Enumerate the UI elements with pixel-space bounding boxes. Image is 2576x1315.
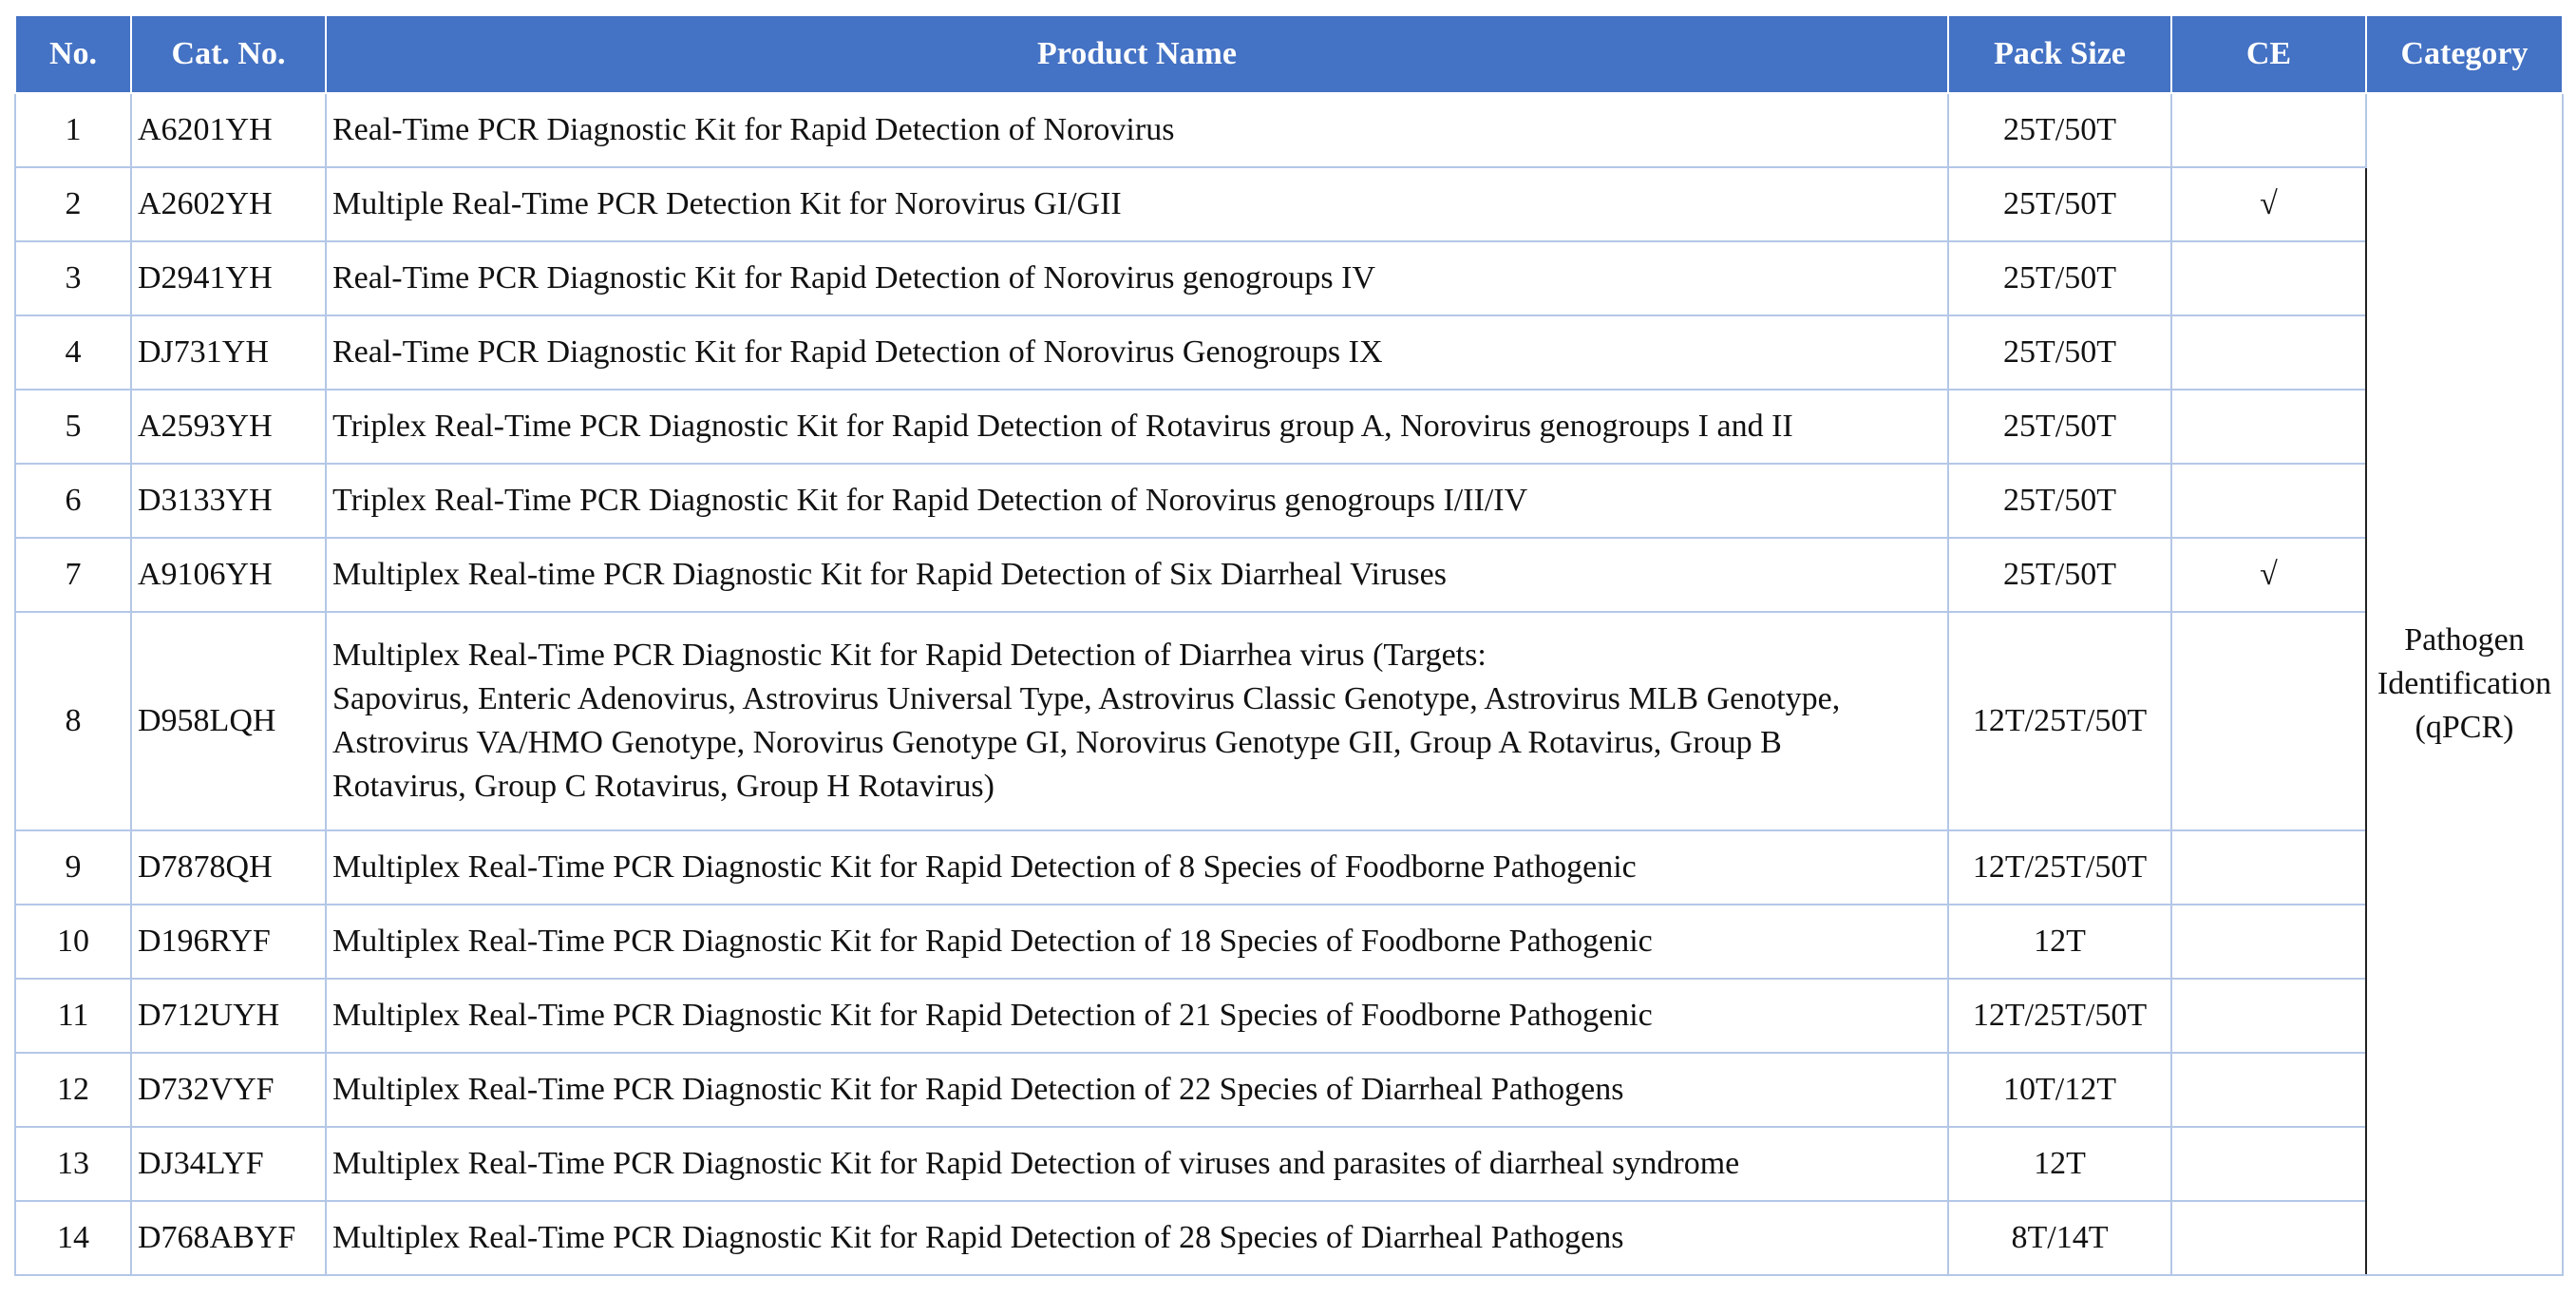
- cell-product-name: Multiplex Real-Time PCR Diagnostic Kit f…: [325, 829, 1949, 905]
- cell-no: 8: [14, 611, 132, 831]
- cell-no: 14: [14, 1200, 132, 1276]
- cell-cat-no: A9106YH: [130, 537, 327, 613]
- cell-no: 9: [14, 829, 132, 905]
- cell-pack-size: 10T/12T: [1947, 1052, 2172, 1128]
- cell-product-name: Triplex Real-Time PCR Diagnostic Kit for…: [325, 463, 1949, 539]
- table-row: 6 D3133YH Triplex Real-Time PCR Diagnostic…: [14, 463, 2563, 539]
- table-row: 9 D7878QH Multiplex Real-Time PCR Diagnost…: [14, 829, 2563, 905]
- cell-ce: [2170, 314, 2367, 391]
- cell-product-name: Real-Time PCR Diagnostic Kit for Rapid D…: [325, 314, 1949, 391]
- cell-cat-no: DJ34LYF: [130, 1126, 327, 1202]
- cell-product-name: Multiplex Real-Time PCR Diagnostic Kit f…: [325, 1200, 1949, 1276]
- cell-cat-no: D196RYF: [130, 904, 327, 980]
- cell-pack-size: 25T/50T: [1947, 389, 2172, 465]
- cell-no: 10: [14, 904, 132, 980]
- cell-no: 1: [14, 92, 132, 168]
- cell-product-name: Multiplex Real-time PCR Diagnostic Kit f…: [325, 537, 1949, 613]
- table-row: 4 DJ731YH Real-Time PCR Diagnostic Kit for…: [14, 314, 2563, 391]
- cell-product-name: Real-Time PCR Diagnostic Kit for Rapid D…: [325, 92, 1949, 168]
- header-ce: CE: [2170, 14, 2367, 94]
- cell-pack-size: 12T/25T/50T: [1947, 611, 2172, 831]
- cell-ce: [2170, 611, 2367, 831]
- table-body: 1 A6201YH Real-Time PCR Diagnostic Kit for…: [14, 92, 2564, 1276]
- cell-no: 6: [14, 463, 132, 539]
- table-row: 8 D958LQH Multiplex Real-Time PCR Diagnost…: [14, 611, 2563, 831]
- cell-product-name: Multiplex Real-Time PCR Diagnostic Kit f…: [325, 1126, 1949, 1202]
- cell-ce: [2170, 904, 2367, 980]
- cell-no: 7: [14, 537, 132, 613]
- table-row: 12 D732VYF Multiplex Real-Time PCR Diagnos…: [14, 1052, 2563, 1128]
- cell-pack-size: 25T/50T: [1947, 166, 2172, 242]
- product-table-container: No. Cat. No. Product Name Pack Size CE C…: [14, 14, 2564, 1276]
- cell-ce: [2170, 1052, 2367, 1128]
- cell-pack-size: 25T/50T: [1947, 92, 2172, 168]
- table-header-row: No. Cat. No. Product Name Pack Size CE C…: [14, 14, 2564, 94]
- cell-ce: √: [2170, 537, 2367, 613]
- cell-no: 13: [14, 1126, 132, 1202]
- cell-cat-no: A2602YH: [130, 166, 327, 242]
- cell-ce: [2170, 1126, 2367, 1202]
- cell-ce: [2170, 829, 2367, 905]
- table-row: 7 A9106YH Multiplex Real-time PCR Diagnost…: [14, 537, 2563, 613]
- table-row: 10 D196RYF Multiplex Real-Time PCR Diagnos…: [14, 904, 2563, 980]
- cell-pack-size: 8T/14T: [1947, 1200, 2172, 1276]
- header-product-name: Product Name: [325, 14, 1949, 94]
- cell-cat-no: A6201YH: [130, 92, 327, 168]
- cell-ce: [2170, 978, 2367, 1054]
- cell-cat-no: D768ABYF: [130, 1200, 327, 1276]
- cell-product-name: Multiplex Real-Time PCR Diagnostic Kit f…: [325, 611, 1949, 831]
- cell-cat-no: D958LQH: [130, 611, 327, 831]
- cell-cat-no: D712UYH: [130, 978, 327, 1054]
- cell-pack-size: 25T/50T: [1947, 463, 2172, 539]
- cell-no: 3: [14, 240, 132, 316]
- table-row: 5 A2593YH Triplex Real-Time PCR Diagnostic…: [14, 389, 2563, 465]
- cell-no: 11: [14, 978, 132, 1054]
- cell-cat-no: D732VYF: [130, 1052, 327, 1128]
- header-no: No.: [14, 14, 132, 94]
- cell-ce: [2170, 1200, 2367, 1276]
- cell-product-name: Multiplex Real-Time PCR Diagnostic Kit f…: [325, 904, 1949, 980]
- cell-cat-no: DJ731YH: [130, 314, 327, 391]
- cell-product-name: Multiplex Real-Time PCR Diagnostic Kit f…: [325, 1052, 1949, 1128]
- table-row: 11 D712UYH Multiplex Real-Time PCR Diagnos…: [14, 978, 2563, 1054]
- cell-no: 5: [14, 389, 132, 465]
- cell-pack-size: 25T/50T: [1947, 314, 2172, 391]
- cell-ce: √: [2170, 166, 2367, 242]
- cell-cat-no: D3133YH: [130, 463, 327, 539]
- cell-pack-size: 25T/50T: [1947, 240, 2172, 316]
- cell-product-name: Triplex Real-Time PCR Diagnostic Kit for…: [325, 389, 1949, 465]
- cell-product-name: Multiplex Real-Time PCR Diagnostic Kit f…: [325, 978, 1949, 1054]
- cell-pack-size: 12T: [1947, 1126, 2172, 1202]
- cell-pack-size: 25T/50T: [1947, 537, 2172, 613]
- cell-pack-size: 12T/25T/50T: [1947, 978, 2172, 1054]
- table-row: 2 A2602YH Multiple Real-Time PCR Detection…: [14, 166, 2563, 242]
- cell-no: 12: [14, 1052, 132, 1128]
- cell-ce: [2170, 463, 2367, 539]
- table-row: 13 DJ34LYF Multiplex Real-Time PCR Diagnos…: [14, 1126, 2563, 1202]
- cell-cat-no: D7878QH: [130, 829, 327, 905]
- header-pack-size: Pack Size: [1947, 14, 2172, 94]
- product-table: No. Cat. No. Product Name Pack Size CE C…: [14, 14, 2564, 1276]
- cell-cat-no: D2941YH: [130, 240, 327, 316]
- cell-ce: [2170, 389, 2367, 465]
- table-row: 1 A6201YH Real-Time PCR Diagnostic Kit for…: [14, 92, 2564, 1276]
- cell-category: Pathogen Identification (qPCR): [2365, 92, 2564, 1276]
- cell-no: 4: [14, 314, 132, 391]
- cell-ce: [2170, 92, 2367, 168]
- table-row: 3 D2941YH Real-Time PCR Diagnostic Kit for…: [14, 240, 2563, 316]
- cell-pack-size: 12T: [1947, 904, 2172, 980]
- cell-product-name: Multiple Real-Time PCR Detection Kit for…: [325, 166, 1949, 242]
- header-category: Category: [2365, 14, 2564, 94]
- cell-cat-no: A2593YH: [130, 389, 327, 465]
- header-cat-no: Cat. No.: [130, 14, 327, 94]
- table-row: 14 D768ABYF Multiplex Real-Time PCR Diagno…: [14, 1200, 2563, 1276]
- cell-product-name: Real-Time PCR Diagnostic Kit for Rapid D…: [325, 240, 1949, 316]
- cell-no: 2: [14, 166, 132, 242]
- cell-pack-size: 12T/25T/50T: [1947, 829, 2172, 905]
- cell-ce: [2170, 240, 2367, 316]
